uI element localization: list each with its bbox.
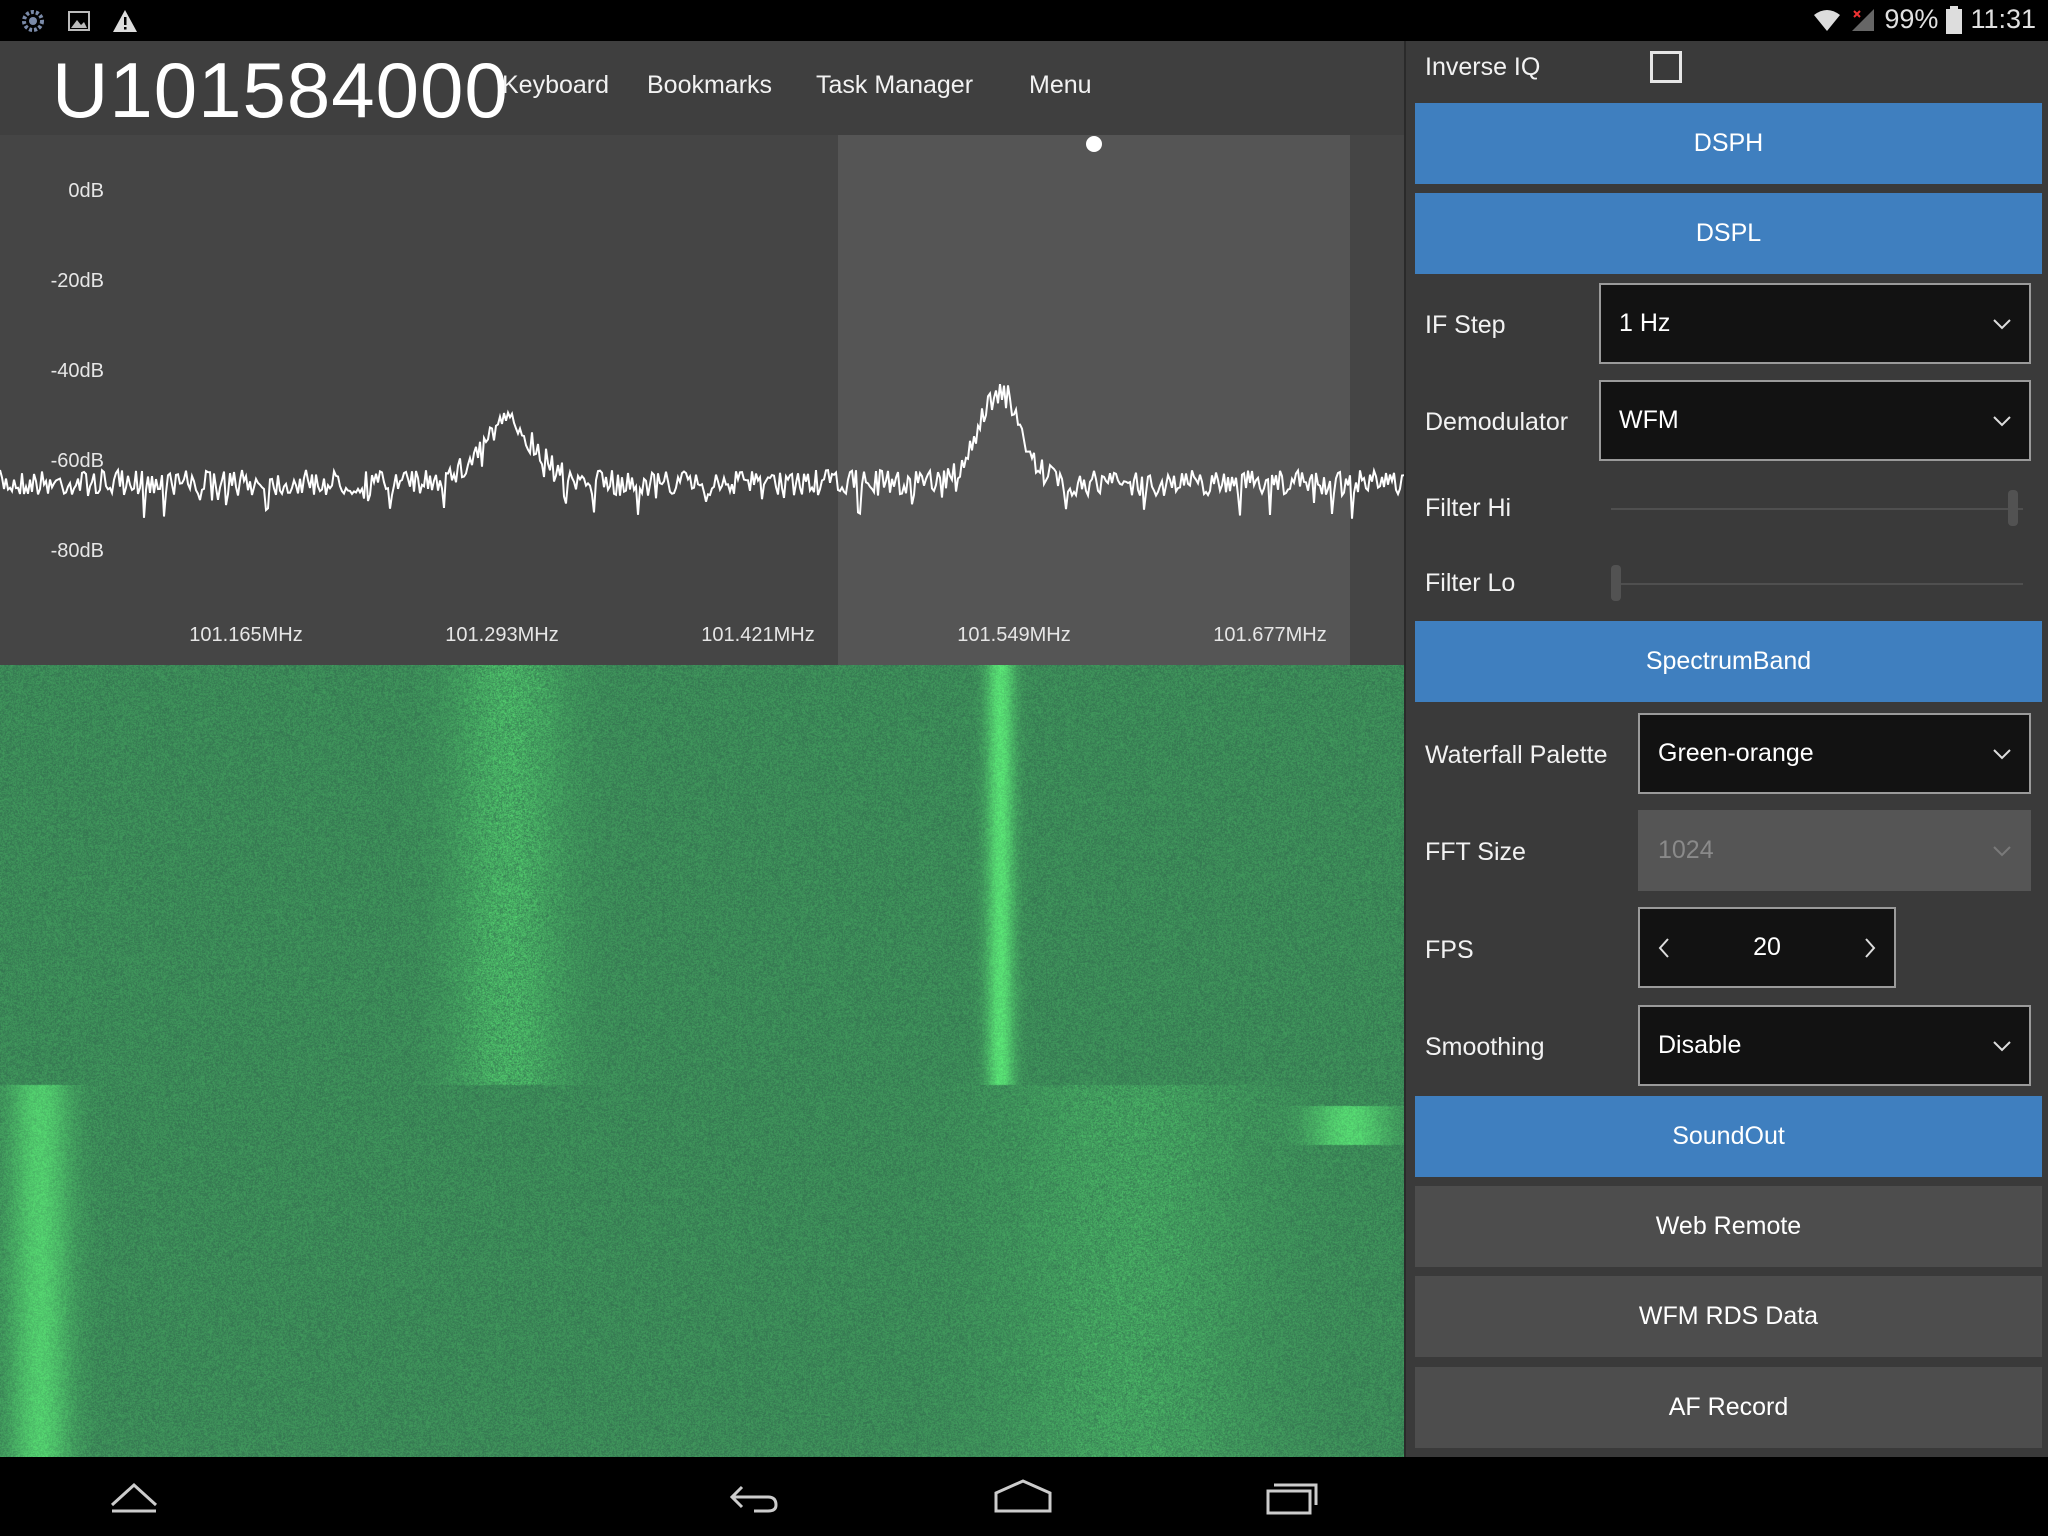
settings-icon — [22, 10, 44, 32]
fps-value: 20 — [1753, 933, 1781, 961]
wifi-icon — [1814, 9, 1841, 31]
home-icon[interactable] — [992, 1477, 1054, 1517]
up-arrow-icon[interactable] — [108, 1477, 160, 1517]
demodulator-select[interactable]: WFM — [1599, 380, 2031, 461]
battery-percent: 99% — [1884, 4, 1939, 34]
image-icon — [68, 11, 90, 31]
frequency-tick-label: 101.549MHz — [957, 624, 1070, 646]
spectrum-plot[interactable]: 0dB -20dB -40dB -60dB -80dB 101.165MHz 101.29… — [0, 135, 1404, 665]
fft-size-select: 1024 — [1638, 810, 2031, 891]
frequency-tick-label: 101.677MHz — [1213, 624, 1326, 646]
if-step-label: IF Step — [1425, 311, 1506, 339]
filter-lo-label: Filter Lo — [1425, 569, 1516, 597]
spectrum-panel: U101584000 Keyboard Bookmarks Task Manag… — [0, 41, 1404, 1457]
frequency-tick-label: 101.165MHz — [189, 624, 302, 646]
db-tick-label: 0dB — [68, 180, 104, 202]
waterfall-palette-label: Waterfall Palette — [1425, 741, 1608, 769]
dsph-button[interactable]: DSPH — [1415, 103, 2042, 184]
navigation-bar — [0, 1457, 2048, 1536]
band-highlight — [838, 135, 1350, 665]
fps-stepper[interactable]: 20 — [1638, 907, 1896, 988]
frequency-tick-label: 101.293MHz — [445, 624, 558, 646]
frequency-tick-label: 101.421MHz — [701, 624, 814, 646]
db-tick-label: -20dB — [51, 270, 104, 292]
db-tick-label: -80dB — [51, 540, 104, 562]
if-step-value: 1 Hz — [1619, 309, 1671, 337]
chevron-down-icon — [1993, 846, 2011, 857]
battery-icon — [1946, 5, 1963, 34]
spectrum-band-button[interactable]: SpectrumBand — [1415, 621, 2042, 702]
bookmarks-button[interactable]: Bookmarks — [647, 71, 772, 100]
if-step-select[interactable]: 1 Hz — [1599, 283, 2031, 364]
fps-label: FPS — [1425, 936, 1474, 964]
toolbar: U101584000 Keyboard Bookmarks Task Manag… — [0, 41, 1404, 135]
chevron-down-icon — [1993, 749, 2011, 760]
demodulator-value: WFM — [1619, 406, 1679, 434]
filter-hi-label: Filter Hi — [1425, 494, 1512, 522]
af-record-button[interactable]: AF Record — [1415, 1367, 2042, 1448]
smoothing-select[interactable]: Disable — [1638, 1005, 2031, 1086]
sound-out-button[interactable]: SoundOut — [1415, 1096, 2042, 1177]
filter-hi-track — [1611, 508, 2023, 510]
fft-size-value: 1024 — [1658, 836, 1714, 864]
waterfall-palette-value: Green-orange — [1658, 739, 1814, 767]
waterfall-display[interactable] — [0, 665, 1404, 1457]
smoothing-value: Disable — [1658, 1031, 1742, 1059]
wfm-rds-data-button[interactable]: WFM RDS Data — [1415, 1276, 2042, 1357]
inverse-iq-label: Inverse IQ — [1425, 53, 1541, 81]
chevron-down-icon — [1993, 1041, 2011, 1052]
clock: 11:31 — [1970, 4, 2036, 34]
chevron-down-icon — [1993, 319, 2011, 330]
web-remote-button[interactable]: Web Remote — [1415, 1186, 2042, 1267]
waterfall-palette-select[interactable]: Green-orange — [1638, 713, 2031, 794]
filter-hi-thumb[interactable] — [2008, 490, 2018, 526]
signal-icon — [1852, 8, 1875, 31]
filter-lo-track — [1611, 583, 2023, 585]
frequency-display[interactable]: U101584000 — [52, 45, 509, 136]
db-tick-label: -60dB — [51, 450, 104, 472]
task-manager-button[interactable]: Task Manager — [816, 71, 973, 100]
chevron-down-icon — [1993, 416, 2011, 427]
demodulator-label: Demodulator — [1425, 408, 1569, 436]
smoothing-label: Smoothing — [1425, 1033, 1545, 1061]
chevron-left-icon[interactable] — [1654, 933, 1674, 963]
db-tick-label: -40dB — [51, 360, 104, 382]
status-bar: 99% 11:31 — [0, 0, 2048, 41]
dspl-button[interactable]: DSPL — [1415, 193, 2042, 274]
recents-icon[interactable] — [1264, 1477, 1322, 1517]
settings-panel: Inverse IQ DSPH DSPL IF Step 1 Hz Demodu… — [1404, 41, 2048, 1457]
warning-icon — [113, 10, 137, 32]
fft-size-label: FFT Size — [1425, 838, 1526, 866]
db-axis: 0dB -20dB -40dB -60dB -80dB — [51, 180, 104, 562]
back-icon[interactable] — [726, 1477, 782, 1517]
filter-lo-thumb[interactable] — [1611, 565, 1621, 601]
keyboard-button[interactable]: Keyboard — [502, 71, 609, 100]
inverse-iq-checkbox[interactable] — [1650, 51, 1682, 83]
menu-button[interactable]: Menu — [1029, 71, 1092, 100]
tuning-marker[interactable] — [1086, 136, 1102, 152]
chevron-right-icon[interactable] — [1860, 933, 1880, 963]
